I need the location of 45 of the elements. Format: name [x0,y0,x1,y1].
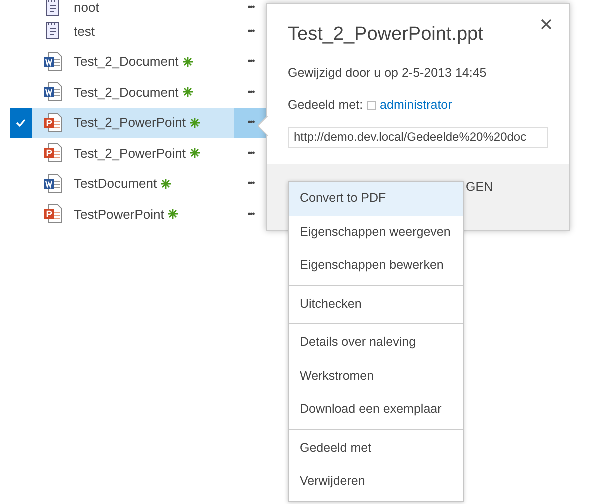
file-name-link[interactable]: TestPowerPoint [74,204,164,224]
url-field[interactable]: http://demo.dev.local/Gedeelde%20%20doc [288,127,548,148]
footer-action-link[interactable]: GEN [466,178,494,197]
file-name-link[interactable]: Test_2_Document [74,52,179,72]
word-document-icon [43,82,63,102]
close-icon [541,19,552,30]
file-name-link[interactable]: Test_2_PowerPoint [74,144,186,163]
more-options-button[interactable]: ••• [234,46,268,77]
menu-item[interactable]: Gedeeld met [289,432,463,465]
file-name-link[interactable]: Test_2_Document [74,82,179,102]
more-options-button[interactable]: ••• [234,138,268,168]
file-row-selected[interactable]: Test_2_PowerPoint ••• [10,108,268,138]
presentation-icon [43,204,63,224]
more-options-button[interactable]: ••• [234,0,268,16]
file-name-link[interactable]: noot [74,0,100,18]
menu-item[interactable]: Convert to PDF [289,182,463,216]
shared-with-label: Gedeeld met: [288,97,364,114]
menu-item[interactable]: Eigenschappen bewerken [289,249,463,282]
word-document-icon [43,52,63,72]
menu-item[interactable]: Werkstromen [289,360,463,393]
callout-title: Test_2_PowerPoint.ppt [288,23,484,47]
menu-item[interactable]: Verwijderen [289,465,463,498]
user-link[interactable]: administrator [380,96,452,115]
presentation-icon [43,112,63,133]
file-name-link[interactable]: TestDocument [74,174,158,194]
file-row[interactable]: test ••• [10,16,268,46]
more-options-button[interactable]: ••• [234,199,268,230]
checkmark-icon [16,118,26,127]
menu-item[interactable]: Uitchecken [289,288,463,321]
menu-item[interactable]: Download een exemplaar [289,393,463,426]
more-options-button[interactable]: ••• [234,16,268,46]
file-name-link[interactable]: test [74,22,95,41]
menu-item[interactable]: Eigenschappen weergeven [289,216,463,249]
presentation-icon [43,143,63,164]
more-options-button[interactable]: ••• [234,168,268,199]
modified-info: Gewijzigd door u op 2-5-2013 14:45 [288,64,488,82]
close-button[interactable] [539,17,554,32]
word-document-icon [43,174,63,194]
file-name-link[interactable]: Test_2_PowerPoint [74,113,186,132]
notepad-icon [45,21,61,42]
more-options-button[interactable]: ••• [234,77,268,108]
notepad-icon [45,0,61,18]
menu-item[interactable]: Details over naleving [289,326,463,360]
file-row[interactable]: noot ••• [10,0,268,16]
user-presence-icon [367,101,376,110]
